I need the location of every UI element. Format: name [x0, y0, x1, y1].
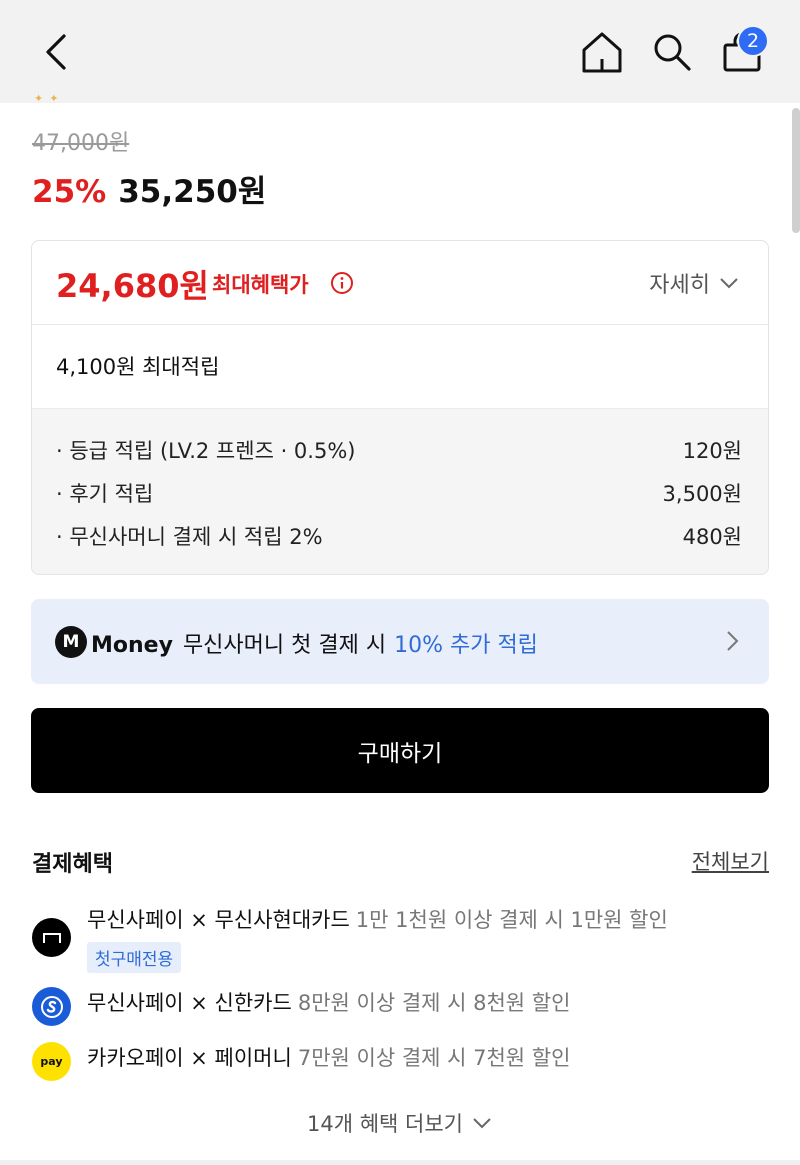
back-button[interactable] — [34, 28, 78, 76]
more-benefits-button[interactable]: 14개 혜택 더보기 — [0, 1108, 800, 1138]
payment-benefit-name: 무신사페이 × 무신사현대카드 — [87, 908, 350, 932]
top-navigation-bar: 2 — [0, 0, 800, 103]
payment-benefit-desc: 8만원 이상 결제 시 8천원 할인 — [297, 991, 571, 1015]
money-banner-text: Money 무신사머니 첫 결제 시 10% 추가 적립 — [91, 627, 538, 659]
payment-benefit-text: 카카오페이 × 페이머니 7만원 이상 결제 시 7천원 할인 — [87, 1042, 570, 1072]
payment-benefit-item[interactable]: 무신사페이 × 신한카드 8만원 이상 결제 시 8천원 할인 — [32, 987, 570, 1026]
discount-rate: 25% — [32, 174, 107, 210]
money-banner-body: 무신사머니 첫 결제 시 — [182, 633, 387, 658]
points-row-value: 480원 — [682, 525, 742, 549]
view-all-link[interactable]: 전체보기 — [692, 846, 769, 876]
scrollbar[interactable] — [792, 108, 800, 233]
money-banner-highlight: 10% 추가 적립 — [394, 633, 538, 658]
payment-benefit-desc: 1만 1천원 이상 결제 시 1만원 할인 — [355, 908, 668, 932]
max-points-total: 4,100원 최대적립 — [56, 355, 220, 379]
points-row-label: · 무신사머니 결제 시 적립 2% — [56, 525, 323, 549]
more-benefits-label: 14개 혜택 더보기 — [307, 1112, 463, 1136]
max-benefit-header[interactable]: 24,680원 최대혜택가 자세히 — [32, 241, 768, 325]
payment-benefits-title: 결제혜택 — [32, 852, 113, 877]
chevron-right-icon — [727, 631, 739, 651]
points-row-value: 3,500원 — [662, 482, 742, 506]
section-divider — [0, 1160, 800, 1165]
payment-benefit-item[interactable]: 무신사페이 × 무신사현대카드 1만 1천원 이상 결제 시 1만원 할인 첫구매… — [32, 904, 668, 973]
payment-benefit-text: 무신사페이 × 무신사현대카드 1만 1천원 이상 결제 시 1만원 할인 첫구매… — [87, 904, 668, 973]
payment-benefit-name: 카카오페이 × 페이머니 — [87, 1046, 292, 1070]
max-benefit-panel: 24,680원 최대혜택가 자세히 4,100원 최대적립 · 등급 적립 (L… — [31, 240, 769, 575]
points-row-label: · 후기 적립 — [56, 482, 154, 506]
first-purchase-tag: 첫구매전용 — [87, 942, 182, 973]
chevron-down-icon — [720, 278, 738, 289]
buy-button[interactable]: 구매하기 — [31, 708, 769, 793]
rating-stars-peek: ✦✦ — [34, 92, 65, 105]
shinhan-card-logo-icon — [32, 987, 71, 1026]
max-benefit-price: 24,680원 — [56, 267, 209, 305]
info-icon[interactable] — [330, 271, 354, 295]
musinsa-hyundai-card-logo-icon — [32, 918, 71, 957]
payment-benefit-name: 무신사페이 × 신한카드 — [87, 991, 292, 1015]
points-row-label: · 등급 적립 (LV.2 프렌즈 · 0.5%) — [56, 439, 356, 463]
kakaopay-logo-icon: pay — [32, 1042, 71, 1081]
payment-benefit-text: 무신사페이 × 신한카드 8만원 이상 결제 시 8천원 할인 — [87, 987, 570, 1017]
points-row: · 후기 적립 3,500원 — [56, 478, 742, 508]
original-price: 47,000원 — [32, 131, 130, 156]
musinsa-money-banner[interactable]: M Money 무신사머니 첫 결제 시 10% 추가 적립 — [31, 599, 769, 684]
payment-benefit-item[interactable]: pay 카카오페이 × 페이머니 7만원 이상 결제 시 7천원 할인 — [32, 1042, 570, 1081]
money-brand: Money — [91, 633, 173, 658]
points-breakdown: · 등급 적립 (LV.2 프렌즈 · 0.5%) 120원 · 후기 적립 3… — [32, 408, 768, 574]
points-row-value: 120원 — [682, 439, 742, 463]
price-row: 25% 35,250원 — [32, 166, 266, 211]
payment-benefit-desc: 7만원 이상 결제 시 7천원 할인 — [297, 1046, 571, 1070]
points-row: · 등급 적립 (LV.2 프렌즈 · 0.5%) 120원 — [56, 435, 742, 465]
home-icon — [582, 32, 622, 73]
money-logo-icon: M — [55, 626, 87, 658]
home-button[interactable] — [578, 28, 626, 76]
sale-price: 35,250원 — [118, 174, 267, 210]
max-benefit-label: 최대혜택가 — [212, 273, 309, 297]
search-icon — [654, 34, 691, 71]
search-button[interactable] — [648, 28, 696, 76]
detail-toggle[interactable]: 자세히 — [649, 267, 740, 299]
cart-count-badge: 2 — [737, 25, 769, 57]
points-row: · 무신사머니 결제 시 적립 2% 480원 — [56, 521, 742, 551]
detail-label: 자세히 — [649, 273, 710, 298]
chevron-down-icon — [473, 1118, 491, 1129]
chevron-left-icon — [46, 34, 66, 70]
